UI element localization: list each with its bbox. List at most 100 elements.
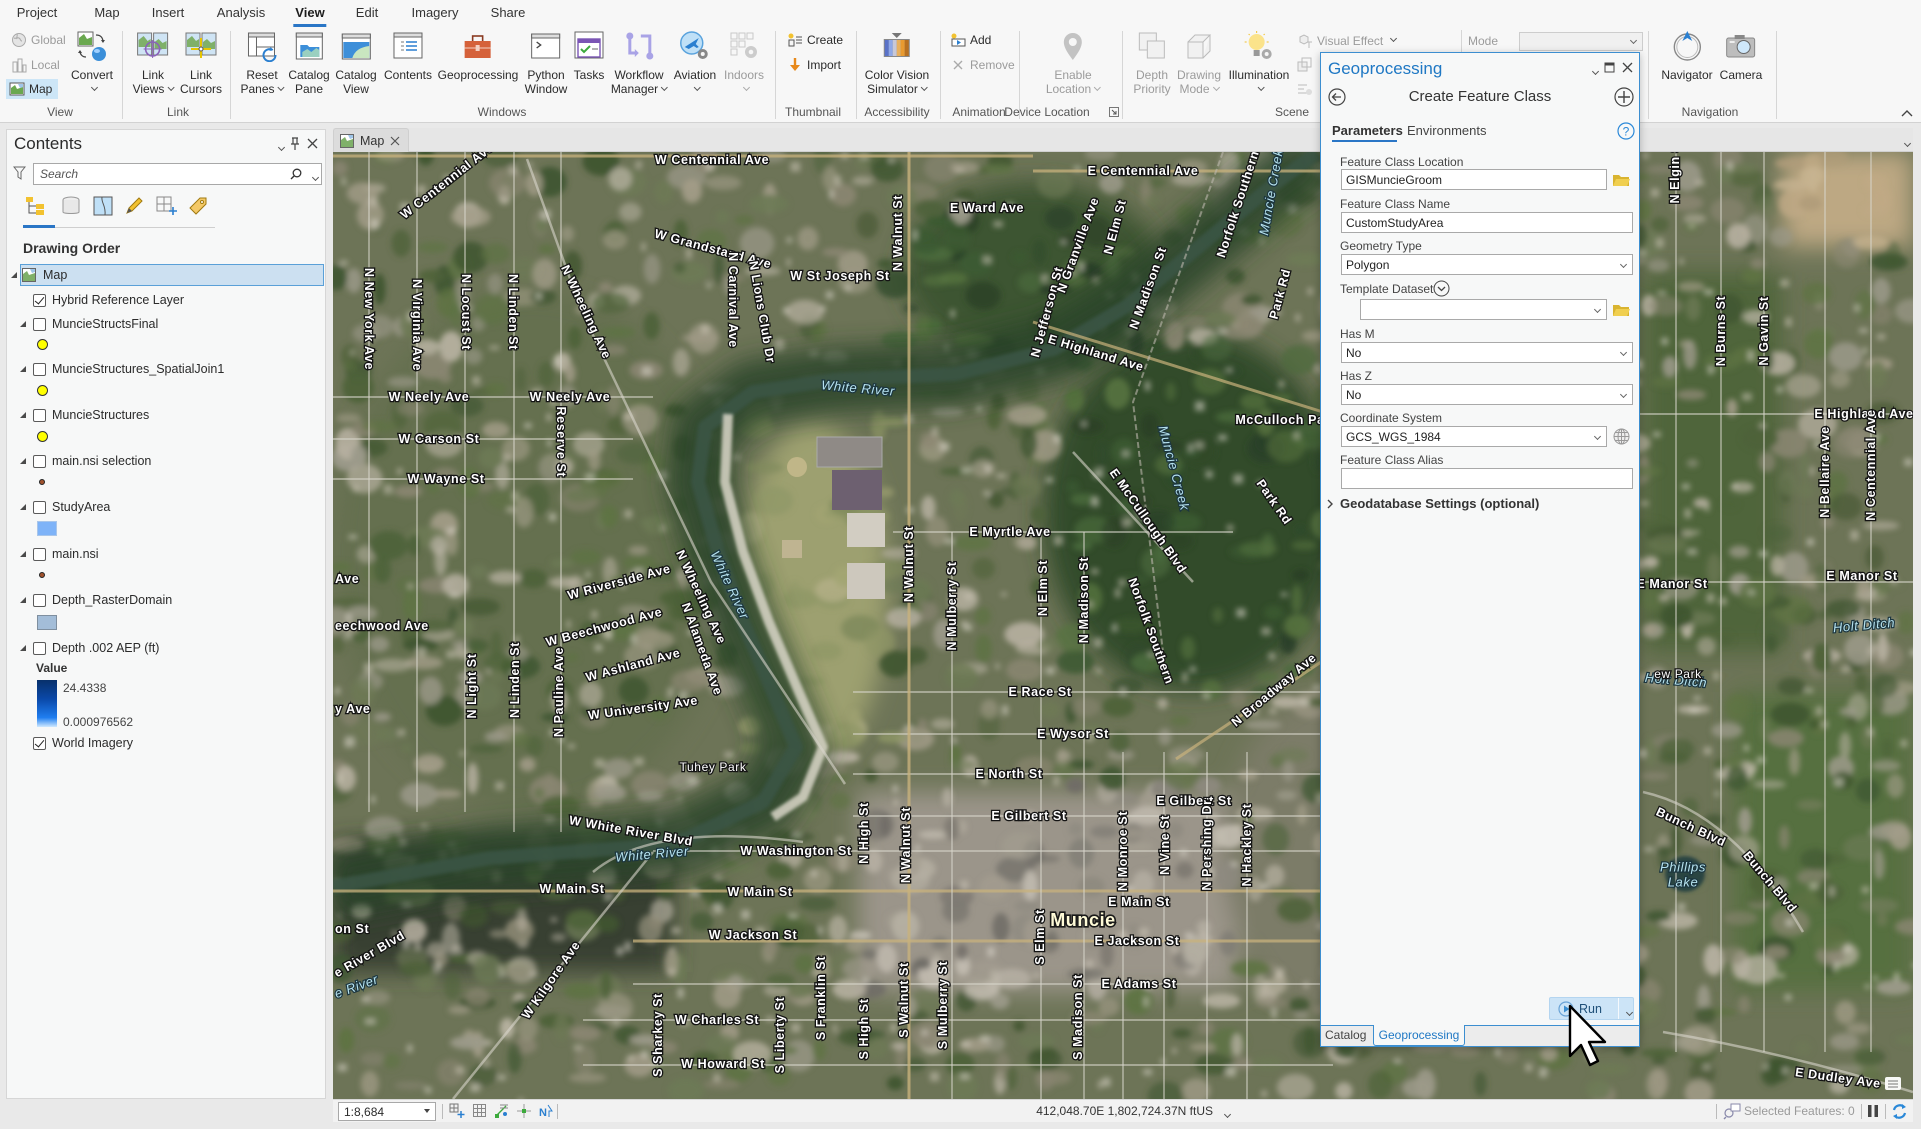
chevron-down-icon[interactable]: [1212, 83, 1220, 92]
layer-visibility-checkbox[interactable]: [33, 408, 46, 422]
layer-item[interactable]: StudyArea: [7, 496, 325, 518]
tab-parameters[interactable]: Parameters: [1332, 123, 1403, 138]
chevron-down-icon[interactable]: [311, 173, 320, 182]
expand-triangle-icon[interactable]: [20, 458, 26, 464]
visual-effect-button[interactable]: Visual Effect: [1294, 31, 1399, 51]
expand-circle-icon[interactable]: [1433, 280, 1450, 297]
global-button[interactable]: Global: [8, 30, 69, 50]
view-list-chevron-icon[interactable]: [1903, 139, 1912, 148]
expand-triangle-icon[interactable]: [11, 272, 17, 278]
expand-triangle-icon[interactable]: [20, 321, 26, 327]
raster-color-ramp[interactable]: [37, 680, 57, 727]
geometry-type-select[interactable]: Polygon: [1341, 254, 1633, 275]
aviation-dropdown[interactable]: [674, 82, 716, 96]
navigator-button[interactable]: Navigator: [1661, 30, 1713, 102]
tab-analysis[interactable]: Analysis: [217, 5, 265, 20]
chevron-down-icon[interactable]: [661, 83, 669, 92]
coordinate-system-select[interactable]: GCS_WGS_1984: [1341, 426, 1607, 447]
remove-animation-button[interactable]: Remove: [947, 55, 1018, 75]
indoors-button[interactable]: Indoors: [724, 30, 764, 102]
aviation-button[interactable]: Aviation: [674, 30, 716, 102]
list-by-source-icon[interactable]: [60, 196, 82, 216]
expand-triangle-icon[interactable]: [20, 412, 26, 418]
geodatabase-settings-expander[interactable]: Geodatabase Settings (optional): [1321, 495, 1621, 513]
contents-button[interactable]: Contents: [384, 30, 432, 102]
list-by-labeling-icon[interactable]: [188, 196, 208, 216]
expand-triangle-icon[interactable]: [20, 597, 26, 603]
coordinate-format-chevron-icon[interactable]: [1223, 1110, 1232, 1119]
layer-item[interactable]: Hybrid Reference Layer: [7, 289, 325, 311]
filter-icon[interactable]: [13, 166, 26, 180]
feature-class-location-input[interactable]: [1341, 169, 1607, 190]
snapping-icon[interactable]: [494, 1103, 510, 1119]
import-thumbnail-button[interactable]: Import: [784, 55, 844, 75]
layer-item[interactable]: World Imagery: [7, 732, 325, 754]
layer-item[interactable]: main.nsi: [7, 543, 325, 565]
polygon-symbol[interactable]: [37, 615, 57, 630]
tab-share[interactable]: Share: [491, 5, 526, 20]
layer-item[interactable]: MuncieStructures: [7, 404, 325, 426]
map-view-button[interactable]: Map: [6, 79, 58, 99]
layer-visibility-checkbox[interactable]: [33, 547, 46, 561]
layer-item[interactable]: Depth_RasterDomain: [7, 589, 325, 611]
point-symbol[interactable]: [39, 572, 45, 578]
expand-triangle-icon[interactable]: [20, 504, 26, 510]
expand-triangle-icon[interactable]: [20, 645, 26, 651]
tab-catalog[interactable]: Catalog: [1325, 1028, 1366, 1042]
scale-combobox[interactable]: 1:8,684: [338, 1102, 436, 1121]
point-symbol[interactable]: [37, 385, 48, 396]
collapse-ribbon-icon[interactable]: [1901, 109, 1913, 117]
dialog-launcher-icon[interactable]: [1109, 107, 1119, 117]
point-symbol[interactable]: [37, 431, 48, 442]
has-z-select[interactable]: No: [1341, 384, 1633, 405]
layer-visibility-checkbox[interactable]: [33, 641, 46, 655]
geoprocessing-button[interactable]: Geoprocessing: [438, 30, 518, 102]
camera-button[interactable]: Camera: [1720, 30, 1762, 102]
layer-visibility-checkbox[interactable]: [33, 593, 46, 607]
list-by-selection-icon[interactable]: [93, 196, 113, 216]
tab-map[interactable]: Map: [94, 5, 119, 20]
scene-settings-icon[interactable]: [1297, 81, 1313, 97]
refresh-icon[interactable]: [1891, 1103, 1908, 1120]
chevron-down-icon[interactable]: [277, 83, 285, 92]
expand-triangle-icon[interactable]: [20, 551, 26, 557]
pin-icon[interactable]: [289, 137, 301, 151]
local-button[interactable]: Local: [8, 55, 63, 75]
has-m-select[interactable]: No: [1341, 342, 1633, 363]
feature-class-alias-input[interactable]: [1341, 468, 1633, 489]
point-symbol[interactable]: [37, 339, 48, 350]
list-by-drawing-order-icon[interactable]: [24, 196, 46, 216]
map-canvas[interactable]: W Centennial Ave W Centennial AveE Centen…: [333, 152, 1913, 1099]
close-icon[interactable]: [1622, 62, 1633, 73]
maximize-icon[interactable]: [1604, 62, 1615, 73]
layer-visibility-checkbox[interactable]: [33, 736, 46, 750]
depth-priority-button[interactable]: Depth Priority: [1133, 30, 1171, 102]
north-arrow-icon[interactable]: N: [538, 1103, 554, 1119]
workflow-manager-button[interactable]: Workflow Manager: [611, 30, 669, 102]
layer-visibility-checkbox[interactable]: [33, 454, 46, 468]
link-cursors-button[interactable]: Link Cursors: [180, 30, 222, 102]
close-icon[interactable]: [390, 136, 400, 146]
scene-tool-icon[interactable]: [1297, 57, 1313, 73]
feature-class-name-input[interactable]: [1341, 212, 1633, 233]
chevron-down-icon[interactable]: [1094, 83, 1102, 92]
layer-visibility-checkbox[interactable]: [33, 317, 46, 331]
enable-location-button[interactable]: Enable Location: [1046, 30, 1102, 102]
mode-dropdown[interactable]: [1519, 32, 1643, 51]
python-window-button[interactable]: Python Window: [525, 30, 567, 102]
list-by-editing-icon[interactable]: [124, 196, 144, 216]
map-item[interactable]: Map: [7, 264, 325, 286]
grid-icon[interactable]: [472, 1103, 488, 1119]
add-animation-button[interactable]: Add: [947, 30, 994, 50]
indoors-dropdown[interactable]: [724, 82, 764, 96]
tab-edit[interactable]: Edit: [356, 5, 378, 20]
catalog-pane-button[interactable]: Catalog Pane: [288, 30, 330, 102]
tab-project[interactable]: Project: [17, 5, 57, 20]
tab-view[interactable]: View: [293, 5, 328, 27]
illumination-button[interactable]: Illumination: [1229, 30, 1289, 102]
zoom-to-selection-icon[interactable]: [1723, 1103, 1741, 1120]
drawing-mode-button[interactable]: Drawing Mode: [1177, 30, 1221, 102]
search-icon[interactable]: [290, 168, 302, 180]
catalog-view-button[interactable]: Catalog View: [335, 30, 377, 102]
tab-geoprocessing[interactable]: Geoprocessing: [1373, 1025, 1465, 1046]
